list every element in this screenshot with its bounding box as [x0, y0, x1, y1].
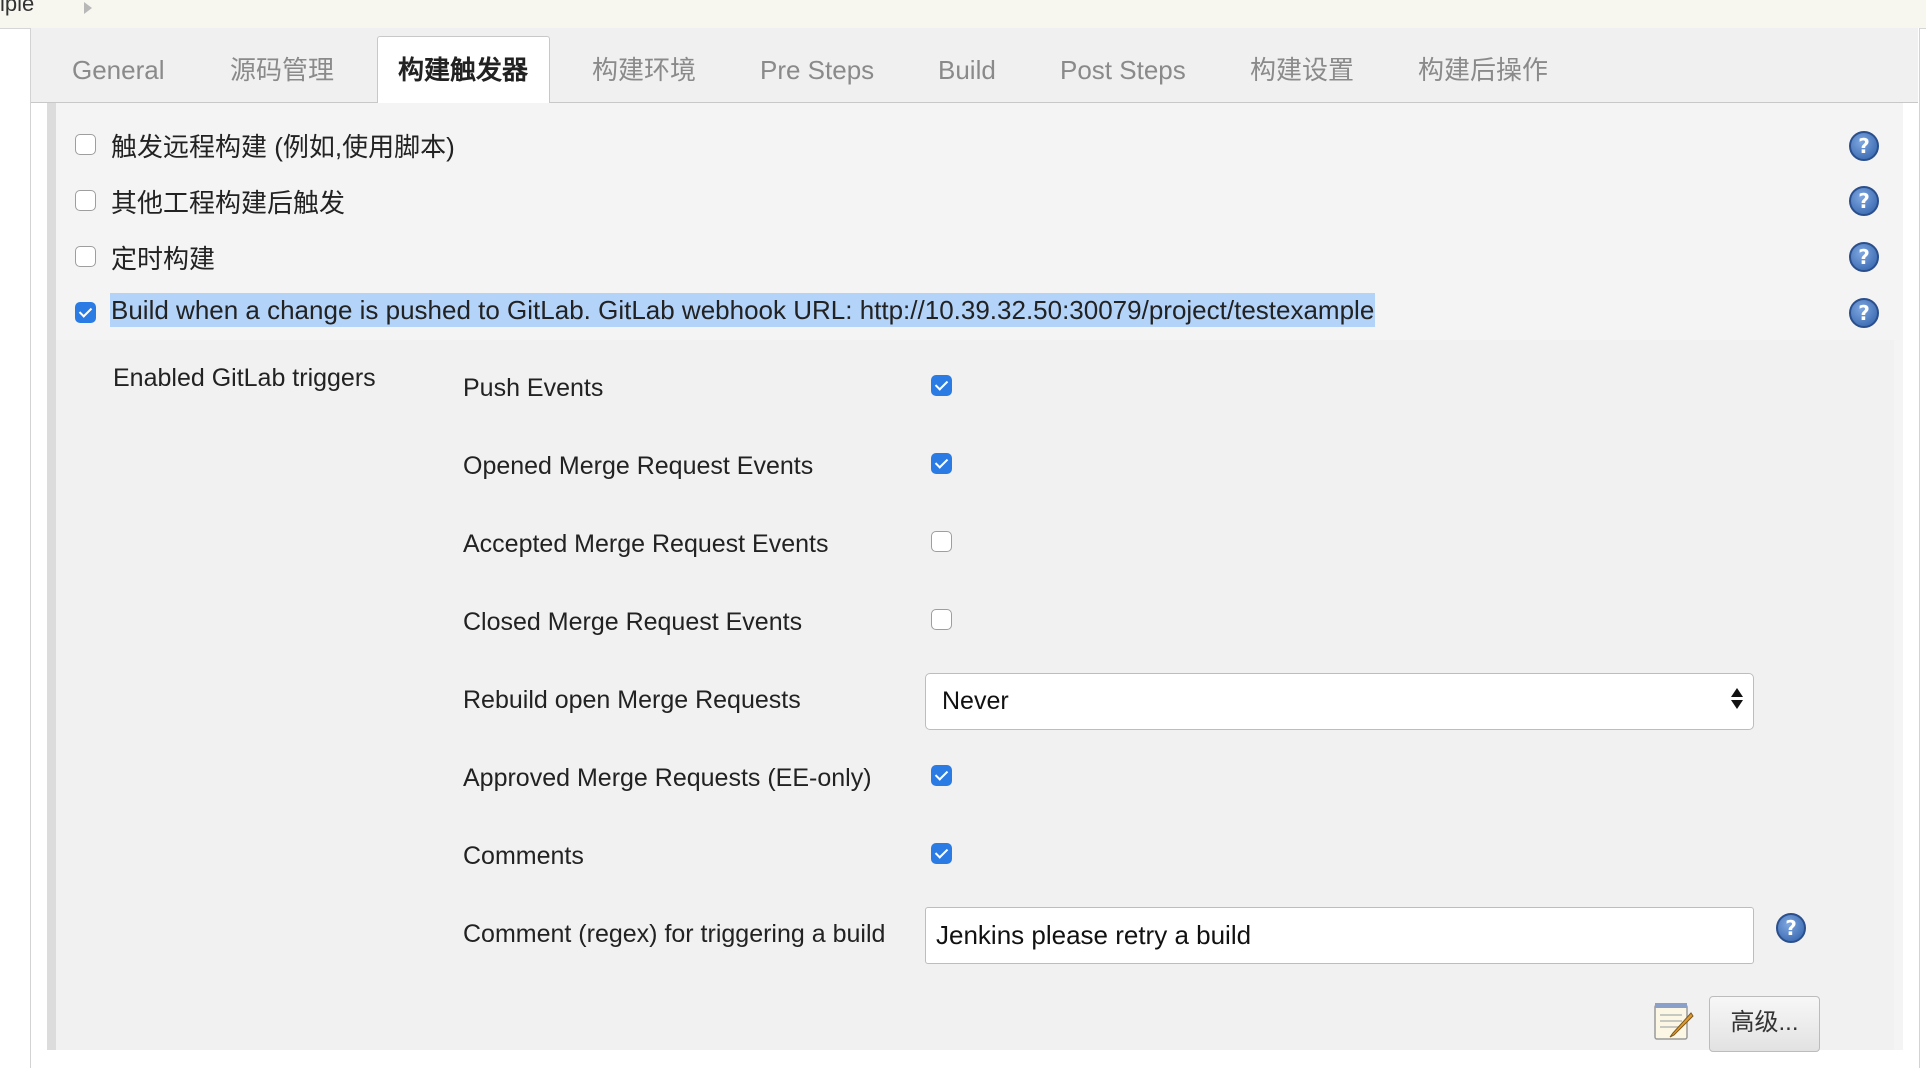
breadcrumb-arrow-icon[interactable]: [84, 2, 92, 14]
approved-mr-checkbox[interactable]: [931, 765, 952, 786]
comment-regex-input[interactable]: Jenkins please retry a build: [925, 907, 1754, 964]
opened-mr-events-checkbox[interactable]: [931, 453, 952, 474]
comment-regex-label: Comment (regex) for triggering a build: [463, 920, 886, 948]
rebuild-select-value: Never: [942, 687, 1009, 715]
tab-general[interactable]: General: [72, 40, 165, 100]
accepted-mr-events-label: Accepted Merge Request Events: [463, 530, 829, 558]
advanced-button[interactable]: 高级...: [1709, 996, 1820, 1052]
push-events-label: Push Events: [463, 374, 604, 402]
comments-checkbox[interactable]: [931, 843, 952, 864]
tab-post-build-actions[interactable]: 构建后操作: [1418, 40, 1548, 100]
approved-mr-label: Approved Merge Requests (EE-only): [463, 764, 872, 792]
trigger-gitlab-push-checkbox[interactable]: [75, 302, 96, 323]
tab-build-environment[interactable]: 构建环境: [592, 40, 696, 100]
trigger-after-other-project-label[interactable]: 其他工程构建后触发: [111, 183, 345, 220]
trigger-gitlab-push-label[interactable]: Build when a change is pushed to GitLab.…: [110, 293, 1376, 327]
accepted-mr-events-checkbox[interactable]: [931, 531, 952, 552]
comments-label: Comments: [463, 842, 584, 870]
rebuild-open-mr-label: Rebuild open Merge Requests: [463, 686, 801, 714]
tab-build[interactable]: Build: [938, 40, 996, 100]
tab-pre-steps[interactable]: Pre Steps: [760, 40, 874, 100]
help-icon[interactable]: ?: [1849, 298, 1879, 328]
rebuild-open-mr-select[interactable]: Never: [925, 673, 1754, 730]
breadcrumb-project-name[interactable]: iple: [0, 0, 34, 17]
help-icon[interactable]: ?: [1776, 913, 1806, 943]
breadcrumb: iple: [0, 0, 1926, 29]
tab-post-steps[interactable]: Post Steps: [1060, 40, 1186, 100]
notepad-icon[interactable]: [1653, 1001, 1695, 1041]
help-icon[interactable]: ?: [1849, 131, 1879, 161]
closed-mr-events-label: Closed Merge Request Events: [463, 608, 803, 636]
help-icon[interactable]: ?: [1849, 242, 1879, 272]
tab-build-triggers[interactable]: 构建触发器: [377, 36, 550, 104]
trigger-periodic-checkbox[interactable]: [75, 246, 96, 267]
gitlab-triggers-heading: Enabled GitLab triggers: [113, 364, 376, 392]
tab-source-code[interactable]: 源码管理: [230, 40, 334, 100]
help-icon[interactable]: ?: [1849, 186, 1879, 216]
selected-text: Build when a change is pushed to GitLab.…: [110, 293, 1376, 327]
trigger-periodic-label[interactable]: 定时构建: [111, 239, 215, 276]
push-events-checkbox[interactable]: [931, 375, 952, 396]
tab-build-settings[interactable]: 构建设置: [1250, 40, 1354, 100]
opened-mr-events-label: Opened Merge Request Events: [463, 452, 814, 480]
trigger-remote-label[interactable]: 触发远程构建 (例如,使用脚本): [111, 127, 455, 164]
trigger-after-other-project-checkbox[interactable]: [75, 190, 96, 211]
select-arrows-icon: [1731, 688, 1743, 709]
trigger-remote-checkbox[interactable]: [75, 134, 96, 155]
closed-mr-events-checkbox[interactable]: [931, 609, 952, 630]
